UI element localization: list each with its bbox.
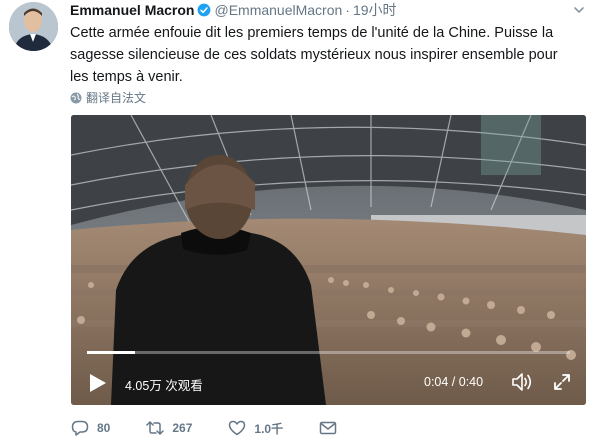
retweet-button[interactable]: 267 [146, 420, 192, 436]
tweet-text: Cette armée enfouie dit les premiers tem… [70, 25, 558, 85]
play-icon[interactable] [89, 373, 107, 393]
reply-count: 80 [97, 421, 111, 435]
video-time: 0:04 / 0:40 [424, 375, 484, 389]
heart-icon [229, 420, 246, 436]
video-progress-bar[interactable] [87, 351, 570, 354]
retweet-count: 267 [172, 421, 193, 435]
avatar-image [9, 2, 58, 51]
retweet-icon [146, 421, 165, 435]
message-button[interactable] [319, 420, 345, 436]
reply-icon [71, 420, 89, 436]
translate-label: 翻译自法文 [86, 91, 147, 105]
tweet-header: Emmanuel Macron @EmmanuelMacron · 19小时 [70, 1, 397, 19]
fullscreen-icon[interactable] [552, 372, 572, 392]
like-button[interactable]: 1.0千 [228, 420, 283, 437]
translate-link[interactable]: 翻译自法文 [70, 89, 146, 106]
chevron-down-icon[interactable] [572, 3, 586, 17]
tweet-actions: 80 267 1.0千 [71, 418, 381, 438]
tweet-timestamp[interactable]: 19小时 [353, 0, 397, 20]
author-name[interactable]: Emmanuel Macron [70, 2, 194, 18]
video-progress-fill [87, 351, 136, 354]
like-count: 1.0千 [254, 421, 284, 436]
volume-icon[interactable] [511, 372, 535, 392]
view-count: 4.05万 次观看 [125, 379, 203, 393]
verified-badge-icon [198, 3, 211, 17]
avatar[interactable] [9, 2, 58, 51]
tweet-card: Emmanuel Macron @EmmanuelMacron · 19小时 C… [0, 0, 600, 438]
reply-button[interactable]: 80 [71, 420, 110, 436]
envelope-icon [319, 421, 337, 435]
video-thumbnail [71, 115, 586, 405]
separator-dot: · [345, 2, 350, 18]
globe-icon [70, 92, 82, 103]
video-player[interactable]: 4.05万 次观看 0:04 / 0:40 [71, 115, 586, 405]
author-handle[interactable]: @EmmanuelMacron [214, 2, 342, 18]
